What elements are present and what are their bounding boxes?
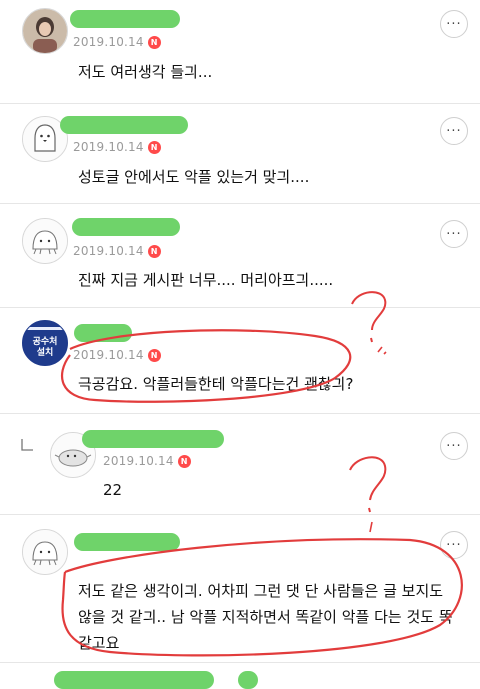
avatar[interactable] [22, 218, 68, 264]
author-name-redacted [74, 324, 132, 342]
more-options-button[interactable]: ··· [440, 432, 468, 460]
author-name-redacted [54, 671, 214, 689]
new-badge: N [147, 36, 161, 49]
comment-item: 공수처 설치 2019.10.14 N 극공감요. 악플러들한테 악플다는건 괜찮… [0, 308, 480, 414]
author-name-redacted [238, 671, 258, 689]
author-name-redacted [60, 116, 188, 134]
author-name-redacted [74, 533, 180, 551]
comment-text: 극공감요. 악플러들한테 악플다는건 괜찮긔? [78, 375, 354, 393]
comment-text: 성토글 안에서도 악플 있는거 맞긔.... [78, 168, 310, 186]
more-options-button[interactable]: ··· [440, 117, 468, 145]
comment-date: 2019.10.14 N [73, 348, 161, 362]
avatar-text: 공수처 [33, 335, 58, 347]
comment-item-partial [0, 663, 480, 689]
campaign-avatar-icon: 공수처 설치 [23, 321, 67, 365]
default-profile-face-icon [23, 530, 67, 574]
avatar-text: 설치 [37, 346, 54, 358]
comment-text-line: 저도 같은 생각이긔. 어차피 그런 댓 단 사람들은 글 보지도 [78, 582, 444, 600]
comment-text-line: 않을 것 같긔.. 남 악플 지적하면서 똑같이 악플 다는 것도 똑 [78, 608, 453, 626]
comment-text: 진짜 지금 게시판 너무.... 머리아프긔..... [78, 271, 334, 289]
comment-date: 2019.10.14 N [73, 35, 161, 49]
avatar[interactable] [22, 529, 68, 575]
new-badge: N [177, 455, 191, 468]
comment-text-line: 같고요 [78, 634, 120, 652]
comment-text: 22 [103, 481, 123, 499]
new-badge: N [147, 141, 161, 154]
author-name-redacted [70, 10, 180, 28]
comment-text: 저도 여러생각 들긔... [78, 63, 213, 81]
more-options-button[interactable]: ··· [440, 220, 468, 248]
author-name-redacted [72, 218, 180, 236]
comment-item: 2019.10.14 N 저도 여러생각 들긔... ··· [0, 0, 480, 107]
profile-photo-icon [23, 9, 67, 53]
comment-date: 2019.10.14 N [73, 140, 161, 154]
new-badge: N [147, 245, 161, 258]
comment-date: 2019.10.14 N [73, 244, 161, 258]
avatar[interactable] [22, 8, 68, 54]
comment-item: 저도 같은 생각이긔. 어차피 그런 댓 단 사람들은 글 보지도 않을 것 같… [0, 515, 480, 663]
comment-date: 2019.10.14 N [103, 454, 191, 468]
more-options-button[interactable]: ··· [440, 531, 468, 559]
author-name-redacted [82, 430, 224, 448]
comment-item: 2019.10.14 N 성토글 안에서도 악플 있는거 맞긔.... ··· [0, 104, 480, 204]
new-badge: N [147, 349, 161, 362]
reply-indicator-icon [21, 439, 33, 451]
more-options-button[interactable]: ··· [440, 10, 468, 38]
comment-item: 2019.10.14 N 진짜 지금 게시판 너무.... 머리아프긔..... … [0, 204, 480, 308]
default-profile-face-icon [23, 219, 67, 263]
reply-item: 2019.10.14 N 22 ··· [0, 414, 480, 514]
avatar[interactable]: 공수처 설치 [22, 320, 68, 366]
